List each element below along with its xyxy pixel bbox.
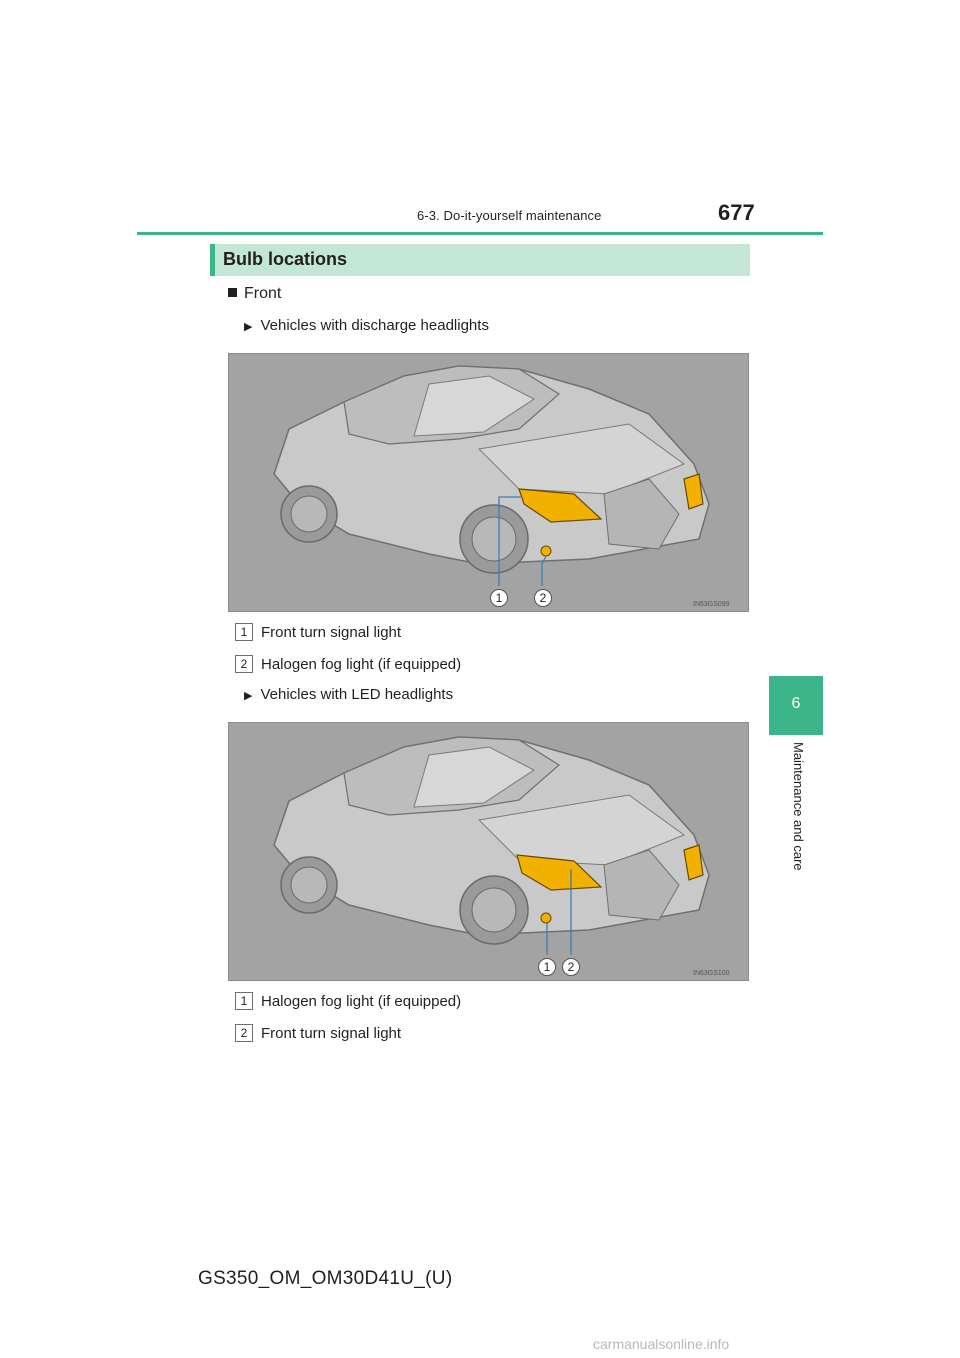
chapter-label: Maintenance and care — [791, 742, 806, 871]
figure-code: IN63GS099 — [693, 601, 730, 608]
chapter-number: 6 — [791, 695, 801, 712]
watermark: carmanualsonline.info — [593, 1336, 730, 1352]
figure-code: IN63GS100 — [693, 970, 730, 977]
callout-1: 1 — [490, 589, 508, 607]
subheading-text: Front — [244, 285, 282, 302]
legend-number: 2 — [235, 655, 253, 673]
legend-item: 2 Front turn signal light — [235, 1024, 401, 1042]
header-rule — [137, 232, 823, 235]
square-bullet-icon — [228, 288, 237, 297]
section-bar-accent — [210, 244, 215, 276]
variant-text: Vehicles with discharge headlights — [260, 317, 489, 334]
legend-number: 2 — [235, 1024, 253, 1042]
car-illustration-icon — [229, 723, 748, 980]
header-section-title: 6-3. Do-it-yourself maintenance — [417, 208, 602, 223]
document-code: GS350_OM_OM30D41U_(U) — [198, 1268, 453, 1289]
triangle-bullet-icon: ▶ — [244, 690, 253, 702]
variant-text: Vehicles with LED headlights — [260, 686, 454, 703]
subheading-front: Front — [228, 285, 281, 303]
callout-2: 2 — [562, 958, 580, 976]
car-illustration-icon — [229, 354, 748, 611]
legend-item: 2 Halogen fog light (if equipped) — [235, 655, 461, 673]
section-title: Bulb locations — [223, 249, 348, 269]
figure-led-headlights: 1 2 IN63GS100 — [228, 722, 749, 981]
legend-text: Front turn signal light — [261, 1025, 402, 1042]
legend-item: 1 Front turn signal light — [235, 623, 401, 641]
legend-number: 1 — [235, 623, 253, 641]
legend-text: Halogen fog light (if equipped) — [261, 993, 462, 1010]
legend-text: Halogen fog light (if equipped) — [261, 656, 462, 673]
callout-1: 1 — [538, 958, 556, 976]
legend-item: 1 Halogen fog light (if equipped) — [235, 992, 461, 1010]
triangle-bullet-icon: ▶ — [244, 321, 253, 333]
callout-2: 2 — [534, 589, 552, 607]
legend-number: 1 — [235, 992, 253, 1010]
variant-led: ▶ Vehicles with LED headlights — [244, 686, 453, 703]
page-number: 677 — [718, 200, 755, 225]
legend-text: Front turn signal light — [261, 624, 402, 641]
variant-discharge: ▶ Vehicles with discharge headlights — [244, 317, 489, 334]
figure-discharge-headlights: 1 2 IN63GS099 — [228, 353, 749, 612]
